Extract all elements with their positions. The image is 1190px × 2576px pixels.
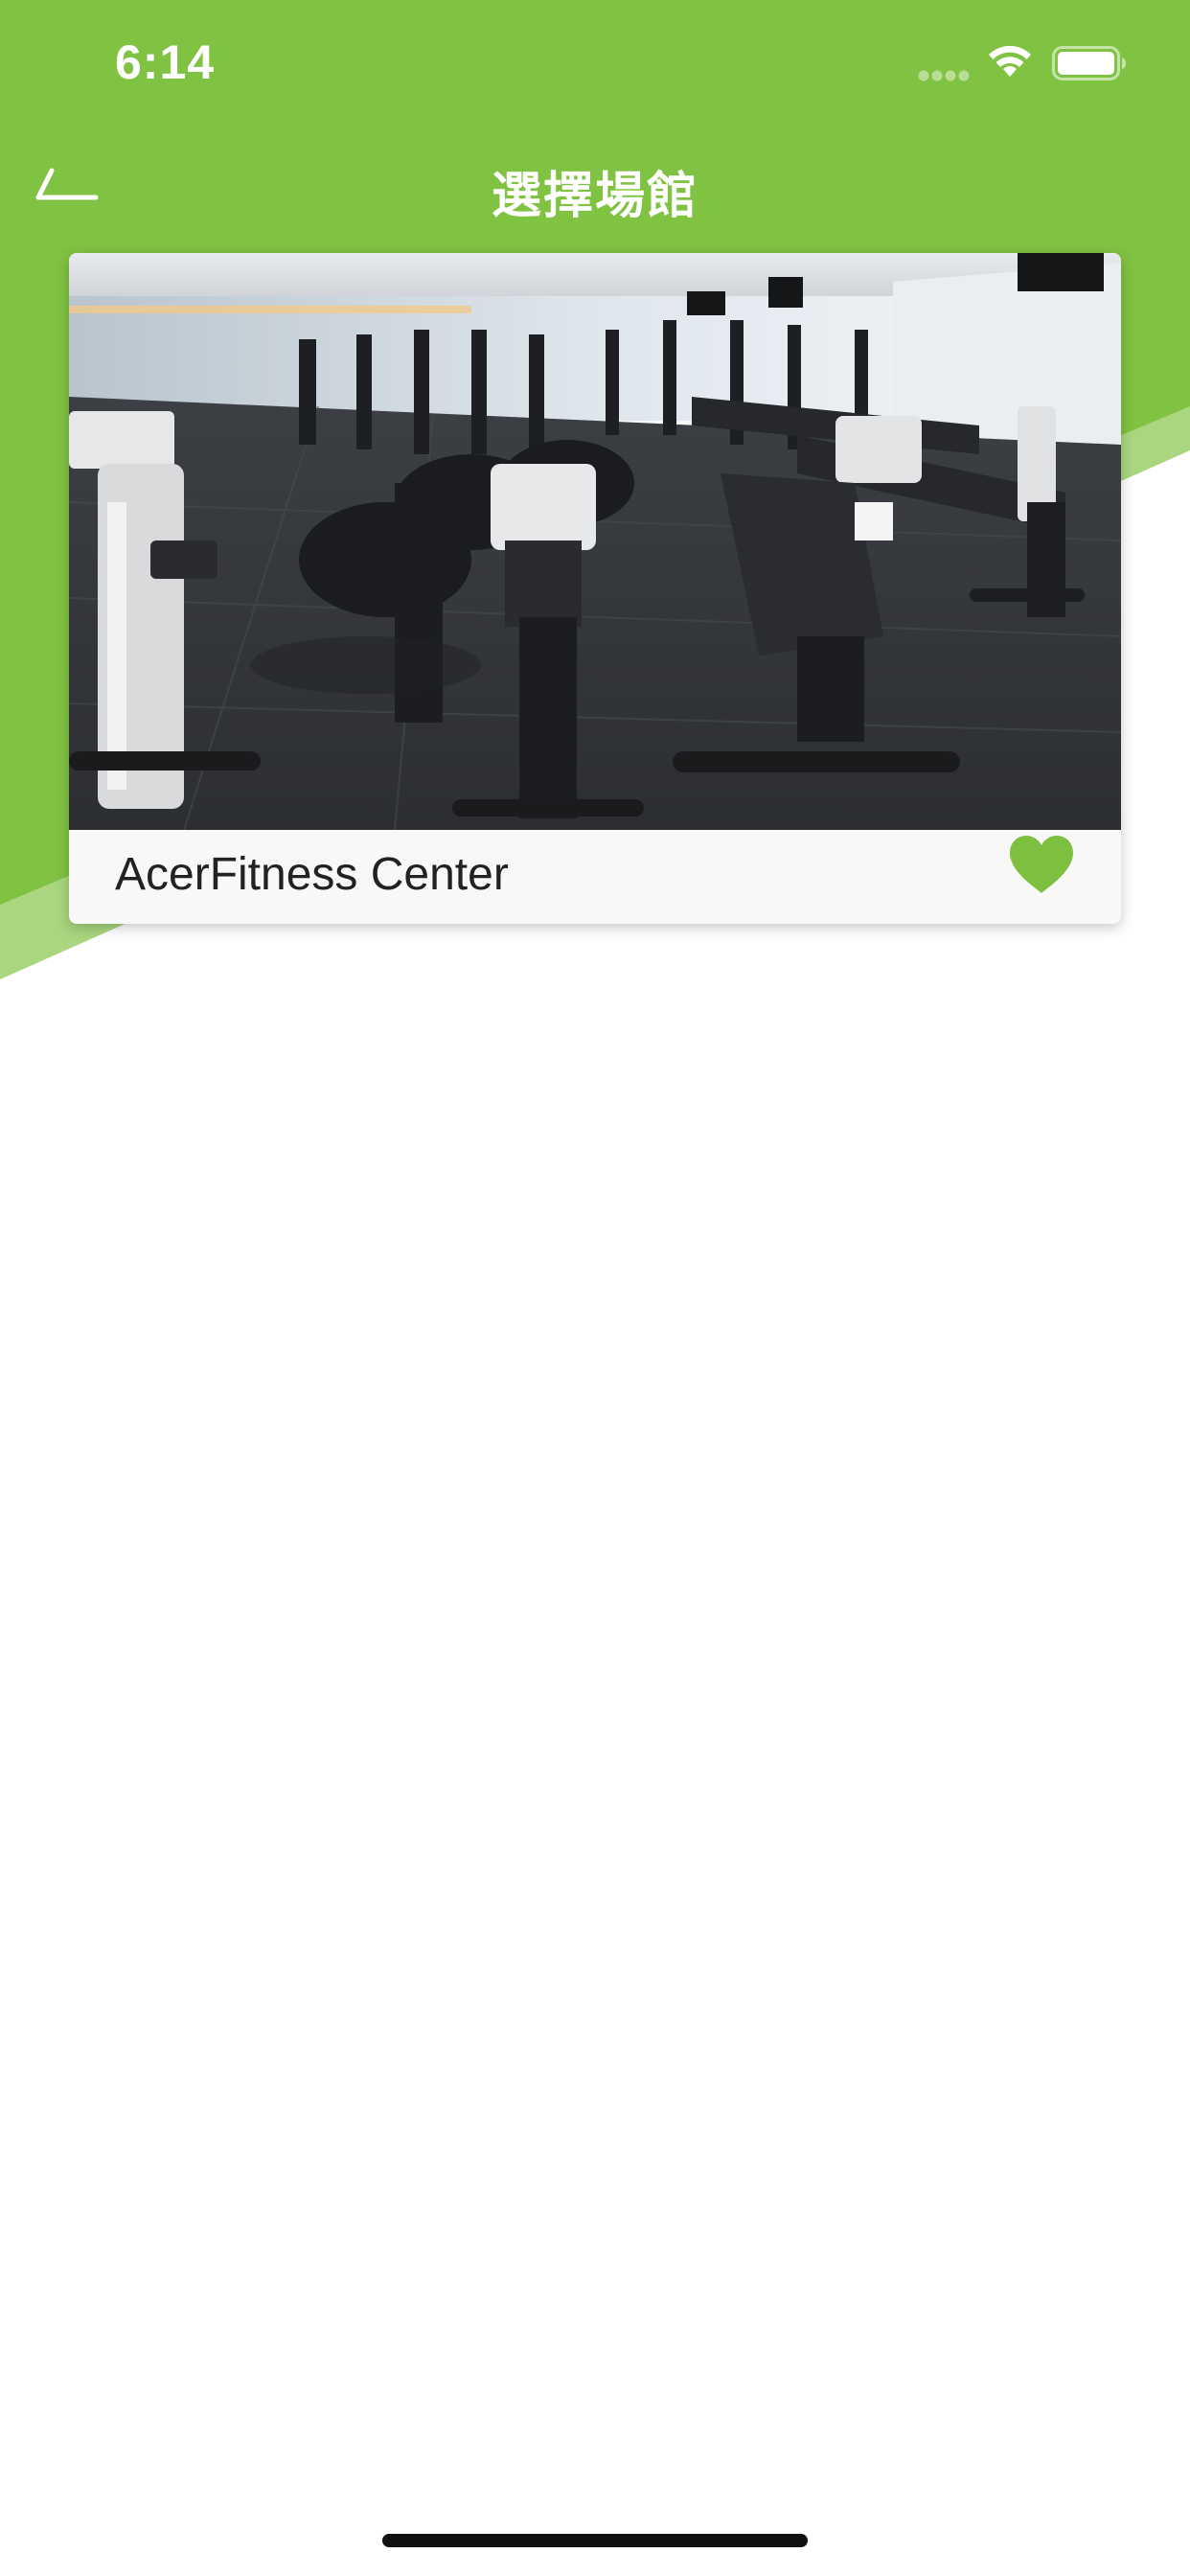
page-title: 選擇場館	[491, 169, 698, 224]
venue-card[interactable]: AcerFitness Center	[69, 253, 1121, 924]
navigation-bar: 選擇場館	[0, 134, 1190, 243]
battery-icon	[1052, 46, 1126, 80]
home-indicator	[382, 2534, 808, 2547]
status-time: 6:14	[115, 35, 216, 89]
venue-photo	[69, 253, 1121, 830]
heart-icon[interactable]	[1008, 834, 1075, 897]
venue-name: AcerFitness Center	[115, 849, 509, 900]
status-bar: 6:14	[0, 0, 1190, 134]
cellular-dots-icon	[918, 70, 970, 81]
wifi-icon	[989, 45, 1031, 77]
